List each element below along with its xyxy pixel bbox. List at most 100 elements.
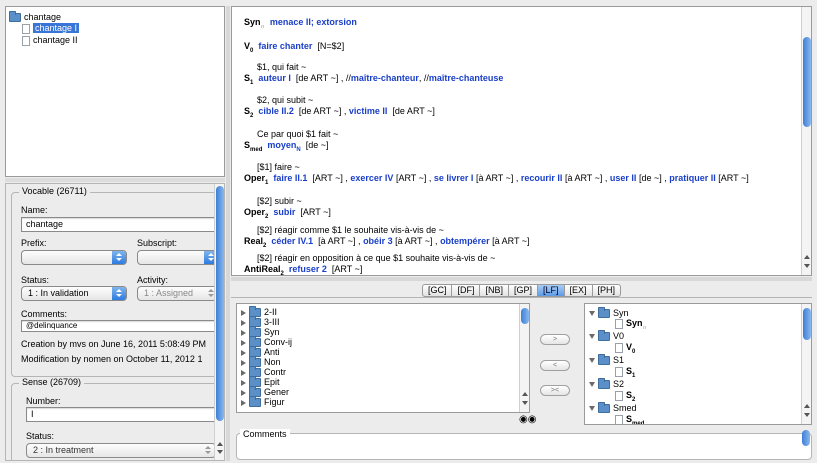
tree-item[interactable]: chantage II (22, 34, 78, 46)
lf-value-link[interactable]: victime II (349, 106, 388, 116)
scroll-down-icon[interactable] (804, 264, 810, 268)
binoculars-icon[interactable]: ◉◉ (519, 415, 536, 425)
scroll-down-icon[interactable] (217, 450, 223, 454)
lf-value-link[interactable]: céder IV.1 (271, 236, 313, 246)
tab-df[interactable]: [DF] (452, 284, 481, 297)
lf-value-link[interactable]: faire chanter (258, 41, 312, 51)
chevron-updown-icon (112, 287, 126, 300)
lf-list-scrollbar[interactable] (519, 304, 529, 412)
scrollbar-thumb[interactable] (216, 186, 224, 421)
lf-name: Real (244, 236, 264, 246)
lf-rest: [ART ~] (718, 173, 749, 183)
properties-scrollbar[interactable] (214, 184, 224, 460)
comments-label: Comments: (21, 309, 68, 319)
horizontal-splitter[interactable] (5, 178, 225, 182)
lf-tree-entry[interactable]: V0 (615, 341, 635, 355)
lf-value-link[interactable]: obéir 3 (363, 236, 393, 246)
tab-group: [GC] [DF] [NB] [GP] [LF] [EX] [PH] (421, 284, 622, 297)
lf-subscript: med (250, 146, 263, 153)
lf-tree-entry-label: Syn (626, 318, 643, 328)
lf-rest: [à ART ~] , (475, 173, 519, 183)
lf-tree-entry[interactable]: Smed (615, 413, 645, 425)
scroll-down-icon[interactable] (804, 413, 810, 417)
scrollbar-thumb[interactable] (521, 308, 529, 324)
tab-ex[interactable]: [EX] (564, 284, 593, 297)
document-icon (615, 342, 623, 353)
scroll-down-icon[interactable] (522, 401, 528, 405)
folder-icon (598, 354, 610, 366)
lf-tree-panel: Syn Syn∩ V0 V0 S1 S1 S2 S2 Smed Smed (584, 303, 812, 425)
lf-value-link[interactable]: faire II.1 (273, 173, 307, 183)
scroll-up-icon[interactable] (522, 392, 528, 396)
swap-button[interactable]: >< (540, 385, 570, 396)
lexical-functions-panel: Syn∩ menace II; extorsion V0 faire chant… (231, 6, 812, 276)
tab-ph[interactable]: [PH] (592, 284, 622, 297)
lf-value-link[interactable]: pratiquer II (669, 173, 716, 183)
tab-lf[interactable]: [LF] (538, 284, 565, 297)
lf-subscript: 1 (265, 179, 269, 186)
name-field[interactable]: chantage (21, 217, 224, 232)
tree-item-selected[interactable]: chantage I (22, 22, 80, 34)
scrollbar-thumb[interactable] (803, 37, 811, 127)
vocable-status-select[interactable]: 1 : In validation (21, 286, 127, 301)
lf-s1: S1 auteur I [de ART ~] , //maître-chante… (244, 72, 504, 86)
scrollbar-thumb[interactable] (803, 308, 811, 340)
lf-name: Syn (244, 17, 261, 27)
document-icon (615, 414, 623, 424)
lf-tree-entry[interactable]: S2 (615, 389, 635, 403)
lf-subscript: med (632, 420, 645, 425)
lf-subscript: ∩ (642, 324, 647, 331)
lf-tree-entry[interactable]: S1 (615, 365, 635, 379)
vocable-status-value: 1 : In validation (28, 288, 89, 298)
horizontal-splitter[interactable] (231, 277, 812, 281)
tab-nb[interactable]: [NB] (480, 284, 509, 297)
lf-tree-entry[interactable]: Syn∩ (615, 317, 647, 331)
lf-value-link[interactable]: maître-chanteur (351, 73, 419, 83)
lf-scrollbar[interactable] (801, 7, 811, 275)
disclosure-triangle-icon (241, 379, 246, 386)
disclosure-triangle-icon (589, 358, 595, 364)
lf-content: Syn∩ menace II; extorsion V0 faire chant… (244, 14, 799, 275)
lf-list-item[interactable]: Figur (241, 396, 285, 408)
lf-value-link[interactable]: menace II; extorsion (270, 17, 357, 27)
vocable-comments-field[interactable]: @delinquance (21, 320, 224, 332)
tab-bar: [GC] [DF] [NB] [GP] [LF] [EX] [PH] (231, 282, 812, 298)
lf-value-link[interactable]: se livrer I (434, 173, 474, 183)
lf-value-link[interactable]: maître-chanteuse (429, 73, 504, 83)
lf-value-link[interactable]: cible II.2 (258, 106, 294, 116)
scroll-up-icon[interactable] (804, 255, 810, 259)
number-field[interactable]: I (26, 407, 224, 422)
lf-value-link[interactable]: moyen (267, 140, 296, 150)
activity-select[interactable]: 1 : Assigned (137, 286, 219, 301)
document-icon (615, 366, 623, 377)
tab-gc[interactable]: [GC] (421, 284, 453, 297)
move-left-button[interactable]: < (540, 360, 570, 371)
move-right-button[interactable]: > (540, 334, 570, 345)
lf-rest: [ART ~] , (312, 173, 348, 183)
lf-value-link[interactable]: refuser 2 (289, 264, 327, 274)
scroll-up-icon[interactable] (804, 404, 810, 408)
prefix-select[interactable] (21, 250, 127, 265)
lf-value-link[interactable]: subir (273, 207, 295, 217)
vertical-splitter[interactable] (226, 6, 230, 461)
comments-group-title: Comments (240, 429, 290, 439)
sense-status-label: Status: (26, 431, 55, 441)
sense-status-select[interactable]: 2 : In treatment (26, 443, 216, 458)
vocable-group-title: Vocable (26711) (19, 186, 90, 196)
subscript-select[interactable] (137, 250, 219, 265)
lf-subscript: 1 (250, 79, 254, 86)
lf-subscript: 2 (250, 112, 254, 119)
lf-tree-folder-label: Smed (613, 403, 637, 413)
lf-value-link[interactable]: auteur I (258, 73, 291, 83)
lf-value-link[interactable]: exercer IV (350, 173, 393, 183)
lf-value-link[interactable]: obtempérer (440, 236, 490, 246)
lf-oper1: Oper1 faire II.1 [ART ~] , exercer IV [A… (244, 172, 749, 186)
scroll-up-icon[interactable] (217, 442, 223, 446)
comments-scroll-thumb[interactable] (802, 430, 810, 446)
tab-gp[interactable]: [GP] (508, 284, 538, 297)
lf-tree-folder-label: S1 (613, 355, 625, 365)
lf-value-link[interactable]: user II (610, 173, 637, 183)
lf-rest: [à ART ~] (492, 236, 530, 246)
lf-tree-scrollbar[interactable] (801, 304, 811, 424)
lf-value-link[interactable]: recourir II (521, 173, 563, 183)
